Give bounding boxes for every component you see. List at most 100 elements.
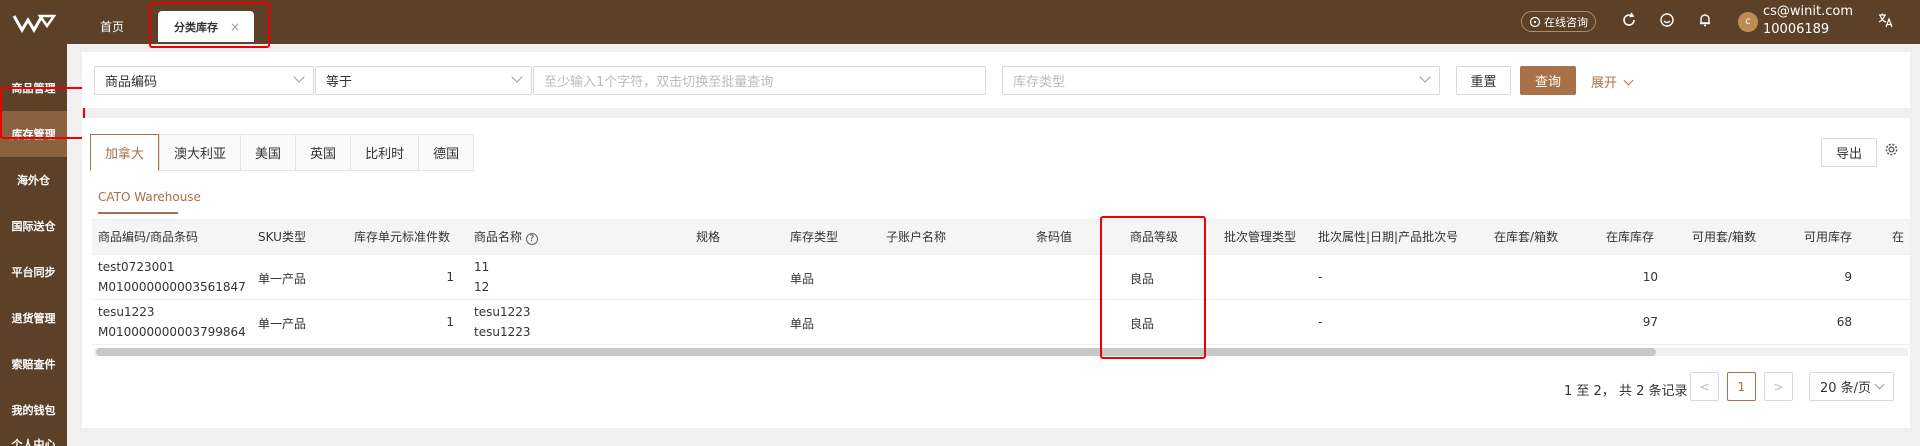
tab-home[interactable]: 首页 (100, 18, 124, 35)
cell-std-units: 1 (446, 315, 454, 329)
warehouse-tab-underline (98, 212, 178, 214)
winit-logo-icon[interactable] (10, 10, 58, 36)
help-icon[interactable]: ? (525, 233, 538, 245)
cell-code: test0723001 (98, 260, 175, 274)
country-tabs: 加拿大 澳大利亚 美国 英国 比利时 德国 (90, 134, 475, 171)
avatar[interactable]: c (1738, 12, 1758, 32)
tab-uk[interactable]: 英国 (295, 134, 351, 171)
refresh-icon[interactable] (1620, 12, 1638, 30)
col-header-in-stock-sets[interactable]: 在库套/箱数 (1494, 220, 1558, 254)
tab-label: 分类库存 (174, 20, 218, 34)
sidebar-item-returns[interactable]: 退货管理 (0, 295, 67, 341)
col-header-spec[interactable]: 规格 (696, 220, 720, 254)
sidebar-item-intl-delivery[interactable]: 国际送仓 (0, 203, 67, 249)
tab-germany[interactable]: 德国 (418, 134, 475, 171)
page-1-button[interactable]: 1 (1727, 372, 1756, 401)
sidebar-item-label: 个人中心 (11, 438, 56, 446)
page-size-select[interactable]: 20 条/页 (1809, 372, 1894, 401)
col-header-stock-type[interactable]: 库存类型 (790, 220, 838, 254)
col-header-in-stock[interactable]: 在库库存 (1606, 220, 1654, 254)
top-bar: 首页 分类库存 × 在线咨询 c cs@winit.com 10006189 (0, 0, 1920, 44)
table-row[interactable]: test0723001 M010000000003561847 单一产品 1 1… (92, 255, 1910, 300)
prev-page-button[interactable]: < (1690, 372, 1719, 401)
operator-select[interactable]: 等于 (315, 66, 532, 95)
cell-name: 11 (474, 260, 490, 274)
smile-icon[interactable] (1658, 12, 1676, 30)
tab-category-inventory[interactable]: 分类库存 × (158, 11, 254, 42)
gear-icon[interactable] (1884, 142, 1900, 158)
inventory-panel: 加拿大 澳大利亚 美国 英国 比利时 德国 导出 CATO Warehouse … (82, 118, 1910, 428)
user-id[interactable]: 10006189 (1763, 22, 1829, 37)
stock-type-placeholder: 库存类型 (1013, 75, 1066, 90)
col-header-batch-attr[interactable]: 批次属性|日期|产品批次号 (1318, 220, 1458, 254)
cell-grade: 良品 (1130, 317, 1155, 331)
chevron-down-icon (511, 71, 523, 83)
bell-icon[interactable] (1696, 12, 1714, 30)
col-header-barcode-value[interactable]: 条码值 (1036, 220, 1072, 254)
cell-batch-attr: - (1318, 270, 1323, 284)
sidebar-item-label: 库存管理 (11, 128, 56, 141)
cell-std-units: 1 (446, 270, 454, 284)
col-header-truncated[interactable]: 在 (1892, 220, 1904, 254)
sidebar-item-claims[interactable]: 索赔查件 (0, 341, 67, 387)
table-header: 商品编码/商品条码 SKU类型 库存单元标准件数 商品名称 ? 规格 库存类型 … (92, 219, 1910, 255)
cell-name: tesu1223 (474, 305, 531, 319)
search-input[interactable]: 至少输入1个字符，双击切换至批量查询 (533, 66, 986, 95)
col-header-available-sets[interactable]: 可用套/箱数 (1692, 220, 1756, 254)
sidebar-item-wallet[interactable]: 我的钱包 (0, 387, 67, 433)
sidebar-item-label: 商品管理 (11, 82, 56, 95)
sidebar-item-product[interactable]: 商品管理 (0, 65, 67, 111)
table-row[interactable]: tesu1223 M010000000003799864 单一产品 1 tesu… (92, 300, 1910, 345)
col-header-std-units[interactable]: 库存单元标准件数 (354, 220, 450, 254)
cell-available: 68 (1836, 315, 1852, 329)
cell-sku-type: 单一产品 (258, 272, 307, 286)
col-header-code[interactable]: 商品编码/商品条码 (98, 220, 198, 254)
col-header-available[interactable]: 可用库存 (1804, 220, 1852, 254)
cell-stock-type: 单品 (790, 272, 815, 286)
sidebar-item-label: 海外仓 (17, 174, 50, 187)
horizontal-scrollbar-thumb[interactable] (96, 348, 1656, 356)
sidebar-item-personal[interactable]: 个人中心 (0, 431, 67, 446)
user-email[interactable]: cs@winit.com (1763, 4, 1853, 19)
cell-name: tesu1223 (474, 325, 531, 339)
col-header-grade[interactable]: 商品等级 (1130, 220, 1178, 254)
col-header-name[interactable]: 商品名称 ? (474, 220, 538, 254)
sidebar-item-label: 平台同步 (11, 266, 56, 279)
col-header-sku-type[interactable]: SKU类型 (258, 220, 306, 254)
warehouse-tab[interactable]: CATO Warehouse (98, 190, 201, 204)
tab-canada[interactable]: 加拿大 (90, 134, 160, 171)
page-size-value: 20 条/页 (1820, 381, 1872, 396)
tab-usa[interactable]: 美国 (240, 134, 296, 171)
col-header-batch-type[interactable]: 批次管理类型 (1224, 220, 1296, 254)
cell-name: 12 (474, 280, 490, 294)
tab-belgium[interactable]: 比利时 (350, 134, 419, 171)
cell-barcode: M010000000003561847 (98, 280, 246, 294)
sidebar-item-inventory[interactable]: 库存管理 (0, 111, 67, 157)
reset-button[interactable]: 重置 (1456, 66, 1511, 95)
col-header-sub-account[interactable]: 子账户名称 (886, 220, 946, 254)
chat-icon (1529, 16, 1541, 27)
cell-batch-attr: - (1318, 315, 1323, 329)
translate-icon[interactable] (1876, 12, 1894, 30)
sidebar: 商品管理 库存管理 海外仓 国际送仓 平台同步 退货管理 索赔查件 我的钱包 个… (0, 44, 67, 446)
close-icon[interactable]: × (230, 20, 240, 34)
cell-barcode: M010000000003799864 (98, 325, 246, 339)
chevron-down-icon (1874, 379, 1885, 390)
expand-toggle[interactable]: 展开 (1591, 72, 1634, 91)
field-select[interactable]: 商品编码 (94, 66, 314, 95)
col-header-name-label: 商品名称 (474, 230, 523, 244)
expand-label: 展开 (1591, 76, 1618, 91)
sidebar-item-label: 国际送仓 (11, 220, 56, 233)
sidebar-item-overseas-warehouse[interactable]: 海外仓 (0, 157, 67, 203)
cell-grade: 良品 (1130, 272, 1155, 286)
export-button[interactable]: 导出 (1821, 138, 1877, 167)
online-consult-button[interactable]: 在线咨询 (1521, 11, 1596, 32)
search-input-placeholder: 至少输入1个字符，双击切换至批量查询 (544, 75, 774, 90)
query-button[interactable]: 查询 (1520, 66, 1576, 95)
next-page-button[interactable]: > (1764, 372, 1793, 401)
online-consult-label: 在线咨询 (1544, 15, 1588, 29)
stock-type-select[interactable]: 库存类型 (1002, 66, 1440, 95)
sidebar-item-platform-sync[interactable]: 平台同步 (0, 249, 67, 295)
pagination-info: 1 至 2， 共 2 条记录 (1564, 384, 1688, 399)
tab-australia[interactable]: 澳大利亚 (159, 134, 241, 171)
